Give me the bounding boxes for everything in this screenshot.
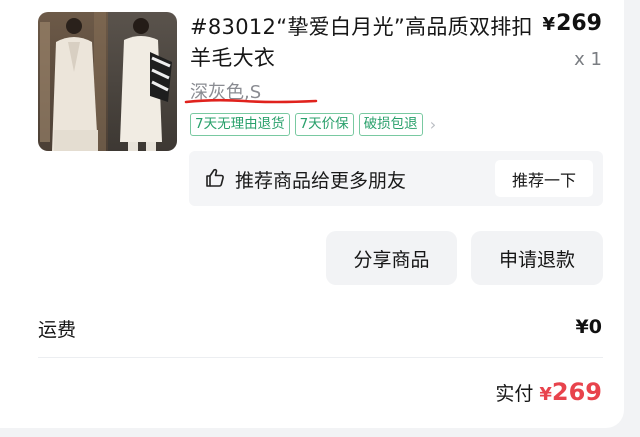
divider: [38, 357, 603, 358]
product-price: ¥269: [543, 11, 602, 36]
shipping-fee-value: ¥0: [575, 316, 602, 338]
red-annotation-underline: [184, 98, 318, 104]
shipping-fee-label: 运费: [38, 319, 77, 341]
product-thumbnail[interactable]: [38, 12, 177, 151]
share-product-button[interactable]: 分享商品: [326, 231, 457, 285]
amount-paid-value: 269: [551, 378, 602, 406]
tag-price-protect: 7天价保: [294, 113, 354, 136]
amount-paid: 实付 ¥ 269: [495, 378, 602, 406]
tag-return: 7天无理由退货: [190, 113, 290, 136]
amount-paid-label: 实付: [495, 383, 534, 405]
chevron-right-icon[interactable]: ›: [430, 115, 436, 134]
amount-paid-currency: ¥: [539, 384, 552, 405]
recommend-banner: 推荐商品给更多朋友 推荐一下: [189, 151, 603, 206]
recommend-button[interactable]: 推荐一下: [495, 160, 593, 197]
price-value: 269: [556, 11, 602, 36]
request-refund-button[interactable]: 申请退款: [471, 231, 603, 285]
order-item-card: #83012“挚爱白月光”高品质双排扣羊毛大衣 ¥269 x 1 深灰色,S 7…: [0, 0, 624, 428]
product-photo: [38, 12, 177, 151]
currency-symbol: ¥: [542, 14, 556, 35]
thumbs-up-icon: [206, 168, 224, 187]
product-quantity: x 1: [574, 49, 602, 70]
service-tags[interactable]: 7天无理由退货 7天价保 破损包退 ›: [190, 113, 436, 136]
tag-damage-return: 破损包退: [358, 113, 423, 136]
recommend-text: 推荐商品给更多朋友: [235, 170, 407, 192]
product-title[interactable]: #83012“挚爱白月光”高品质双排扣羊毛大衣: [190, 12, 540, 74]
